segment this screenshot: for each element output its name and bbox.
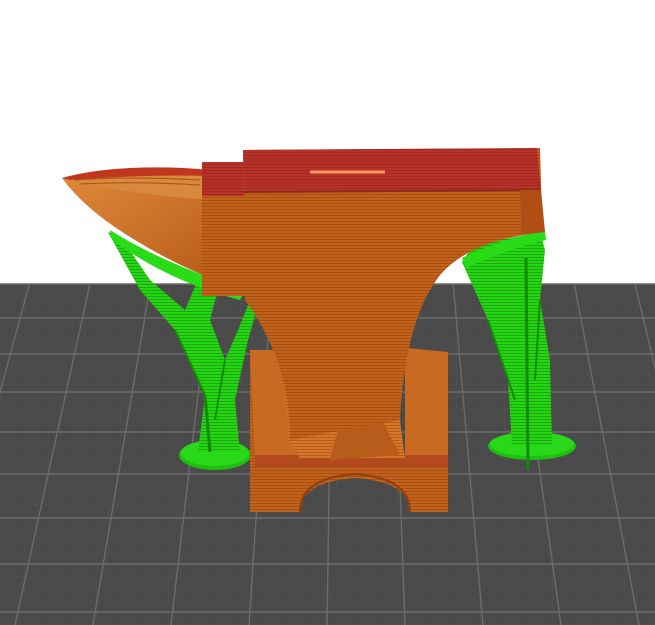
3d-viewport[interactable] [0, 0, 655, 625]
slicer-preview-scene[interactable] [0, 0, 655, 625]
